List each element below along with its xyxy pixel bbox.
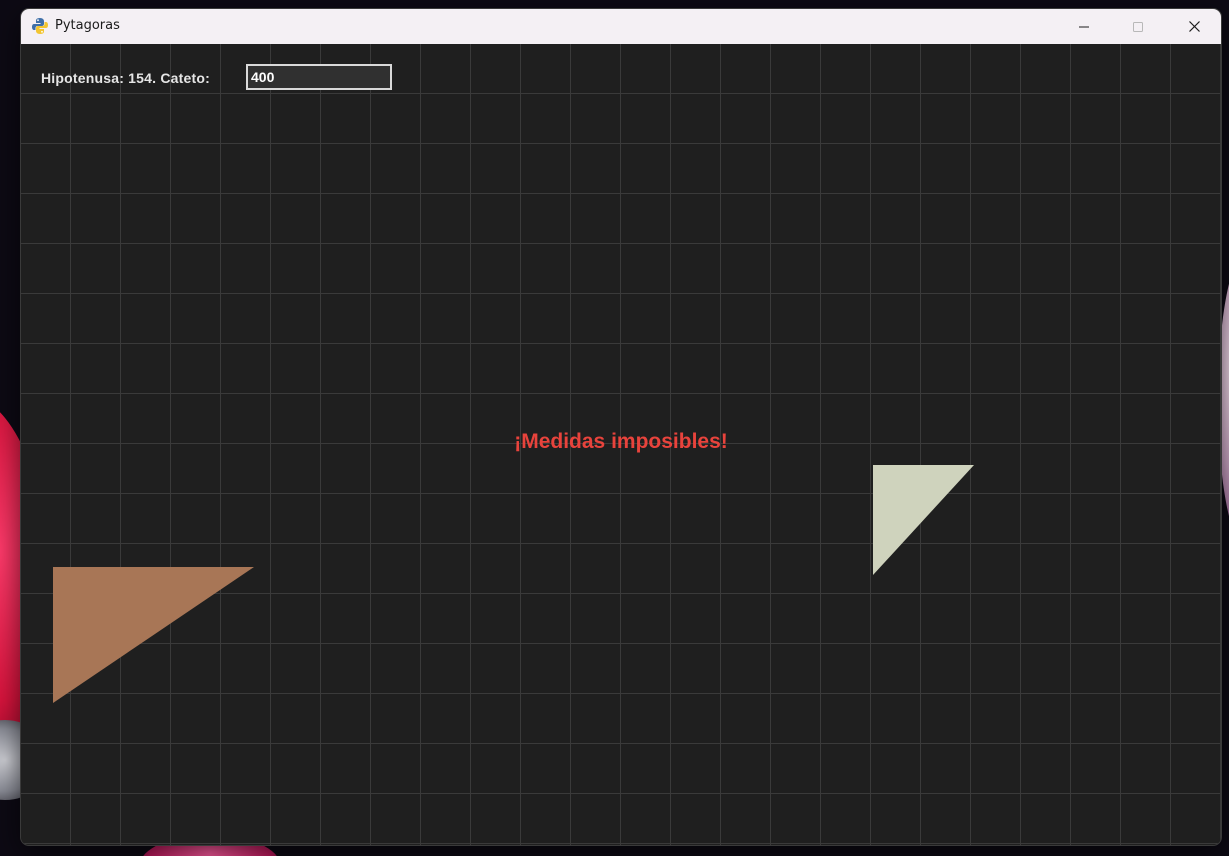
minimize-icon bbox=[1079, 26, 1089, 27]
maximize-button[interactable] bbox=[1111, 9, 1165, 44]
app-window: Pytagoras Hipotenusa: 154. Cateto: 400 ¡… bbox=[21, 9, 1221, 845]
close-button[interactable] bbox=[1167, 9, 1221, 44]
window-title: Pytagoras bbox=[55, 18, 120, 33]
right-triangle bbox=[873, 465, 974, 575]
triangles-layer bbox=[53, 465, 974, 703]
title-bar[interactable]: Pytagoras bbox=[21, 9, 1221, 44]
left-triangle bbox=[53, 567, 254, 703]
python-icon bbox=[32, 18, 48, 34]
minimize-button[interactable] bbox=[1057, 9, 1111, 44]
close-icon bbox=[1188, 21, 1200, 32]
desktop: Pytagoras Hipotenusa: 154. Cateto: 400 ¡… bbox=[0, 0, 1229, 856]
drawing-canvas[interactable]: Hipotenusa: 154. Cateto: ¡Medidas imposi… bbox=[21, 44, 1221, 845]
maximize-icon bbox=[1133, 21, 1143, 32]
